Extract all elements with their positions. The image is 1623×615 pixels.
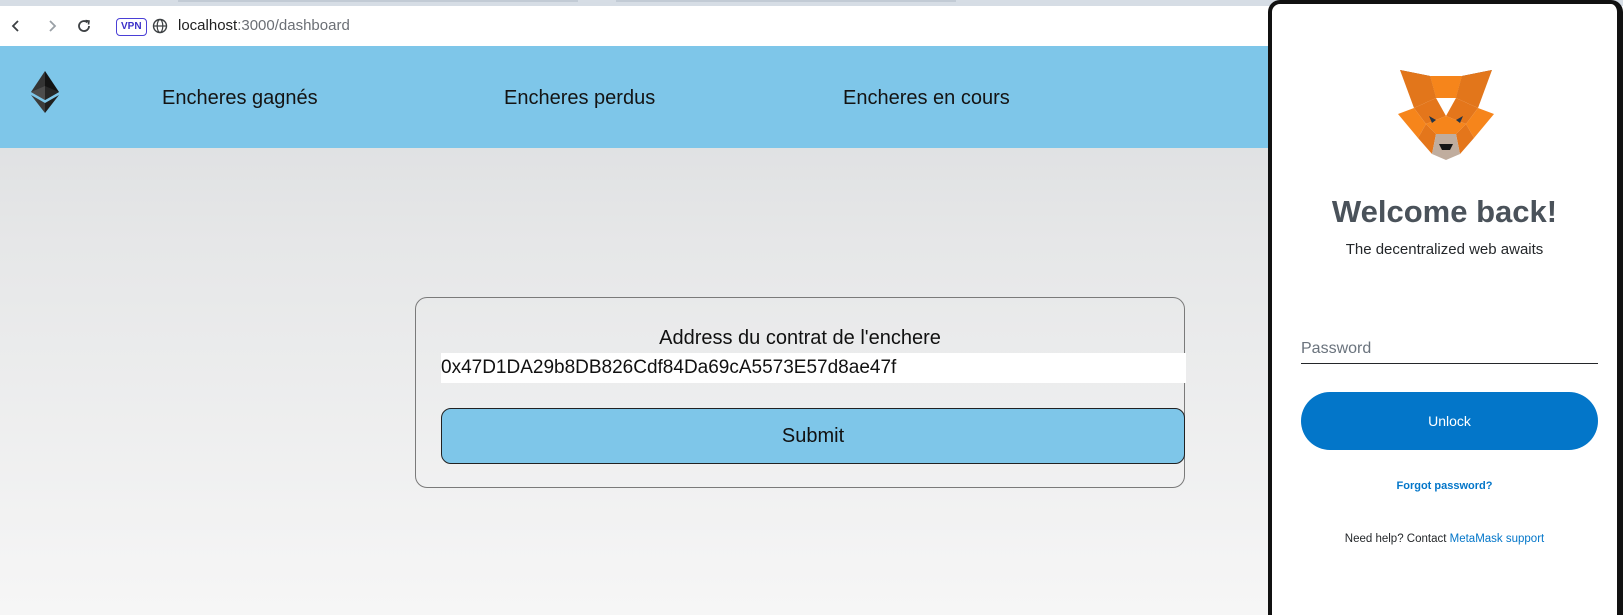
vpn-badge[interactable]: VPN — [116, 18, 147, 36]
address-bar[interactable]: localhost:3000/dashboard — [178, 16, 350, 36]
welcome-title: Welcome back! — [1331, 194, 1558, 229]
welcome-subtitle: The decentralized web awaits — [1345, 241, 1544, 258]
contract-address-input[interactable] — [441, 353, 1186, 383]
contract-form-card: Address du contrat de l'enchere Submit — [415, 297, 1186, 488]
reload-icon — [78, 19, 90, 32]
forward-arrow-icon — [49, 20, 57, 32]
submit-button[interactable]: Submit — [441, 408, 1185, 464]
help-prefix: Need help? Contact — [1344, 533, 1450, 545]
tab-hint — [616, 0, 956, 2]
unlock-button[interactable]: Unlock — [1301, 392, 1598, 450]
nav-link-lost-auctions[interactable]: Encheres perdus — [504, 87, 655, 110]
forward-button[interactable] — [40, 14, 64, 38]
tab-hint — [178, 0, 578, 2]
dashboard-page: Encheres gagnés Encheres perdus Encheres… — [0, 46, 1272, 615]
url-host: localhost — [178, 17, 238, 34]
password-input[interactable] — [1301, 334, 1598, 364]
reload-button[interactable] — [72, 14, 96, 38]
forgot-password-link[interactable]: Forgot password? — [1272, 480, 1617, 492]
help-text: Need help? Contact MetaMask support — [1272, 533, 1617, 545]
contract-address-label: Address du contrat de l'enchere — [659, 327, 941, 349]
browser-toolbar: VPN localhost:3000/dashboard — [0, 6, 1272, 47]
globe-icon — [152, 18, 168, 34]
top-navbar: Encheres gagnés Encheres perdus Encheres… — [0, 46, 1272, 148]
nav-link-won-auctions[interactable]: Encheres gagnés — [162, 87, 318, 110]
ethereum-icon[interactable] — [31, 71, 59, 113]
metamask-popup: Welcome back! The decentralized web awai… — [1268, 0, 1623, 615]
nav-link-ongoing-auctions[interactable]: Encheres en cours — [843, 87, 1010, 110]
metamask-support-link[interactable]: MetaMask support — [1450, 533, 1545, 545]
back-arrow-icon — [11, 20, 19, 32]
back-button[interactable] — [4, 14, 28, 38]
url-path: :3000/dashboard — [237, 17, 350, 34]
metamask-fox-icon — [1398, 70, 1494, 160]
